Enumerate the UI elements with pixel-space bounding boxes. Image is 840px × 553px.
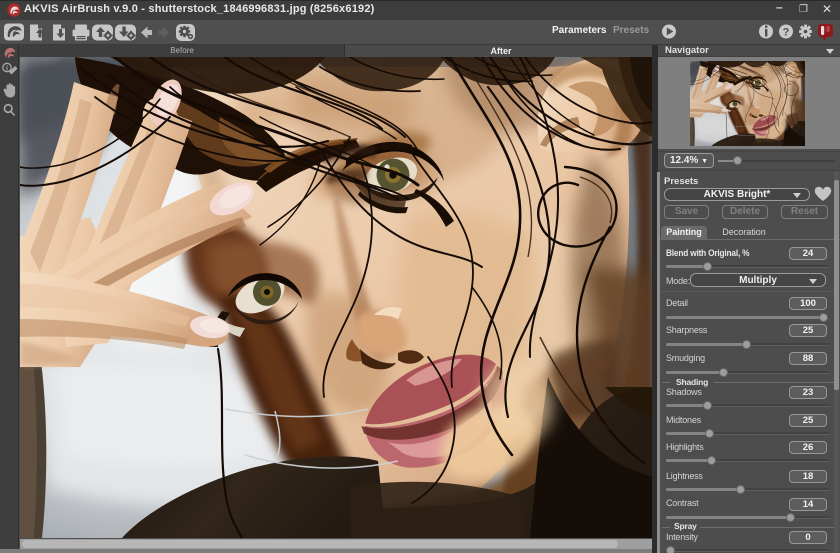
svg-text:i: i [6,66,8,73]
svg-text:?: ? [783,27,790,39]
